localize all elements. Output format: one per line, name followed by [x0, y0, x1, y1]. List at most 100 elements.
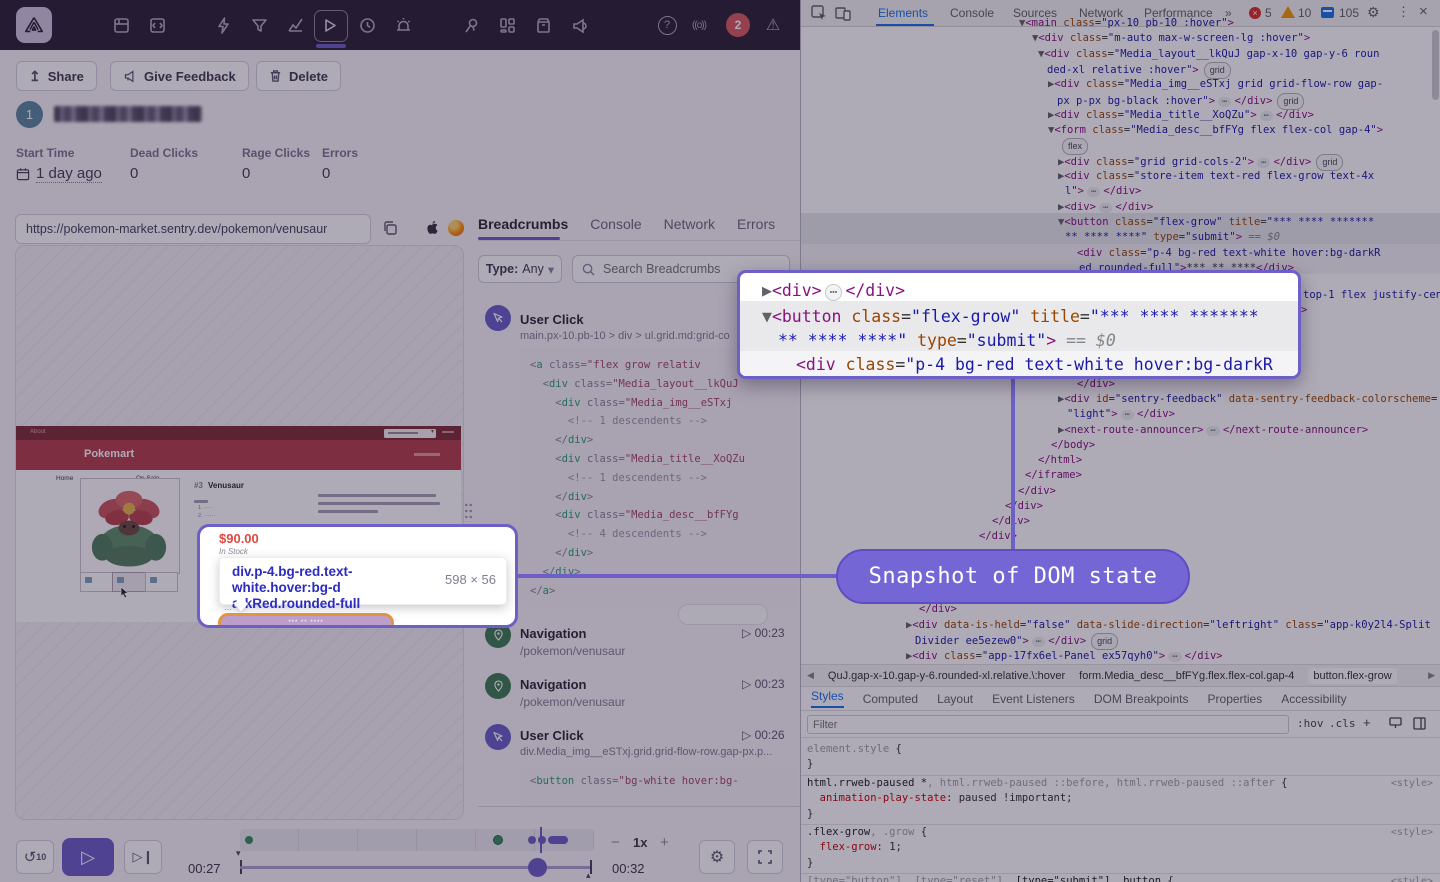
explore-icon[interactable]: [146, 14, 168, 36]
play-button[interactable]: ▷: [62, 838, 114, 876]
page-header: Pokemart: [16, 440, 461, 470]
tab-computed[interactable]: Computed: [863, 692, 918, 706]
style-rule-flex-grow[interactable]: .flex-grow, .grow { flex-grow: 1;} <styl…: [801, 825, 1440, 871]
style-rule-element[interactable]: element.style {}: [807, 742, 1435, 773]
type-filter-dropdown[interactable]: Type:Any▾: [478, 255, 562, 283]
crumb-form[interactable]: form.Media_desc__bfFYg.flex.flex-col.gap…: [1079, 670, 1294, 682]
insights-clock-icon[interactable]: [356, 14, 378, 36]
breadcrumb-timestamp[interactable]: ▷ 00:26: [742, 728, 785, 742]
speed-increase-button[interactable]: +: [660, 834, 669, 851]
code-line: </div>: [919, 602, 957, 617]
breadcrumb-title[interactable]: User Click: [520, 728, 584, 743]
search-breadcrumbs-input[interactable]: [601, 261, 755, 277]
inspected-buy-button[interactable]: *** ** ****: [218, 613, 394, 628]
breadcrumb-timestamp[interactable]: ▷ 00:23: [742, 626, 785, 640]
style-source-link[interactable]: <style>: [1391, 876, 1433, 882]
tab-event-listeners[interactable]: Event Listeners: [992, 692, 1075, 706]
feedback-pin-icon[interactable]: [460, 14, 482, 36]
stat-label: Dead Clicks: [130, 146, 198, 160]
service-warning-icon[interactable]: ⚠: [762, 14, 784, 36]
code-line: element.style {: [807, 742, 1435, 757]
sentry-logo[interactable]: [16, 7, 52, 43]
styles-filter-input[interactable]: [807, 715, 1289, 734]
alerts-siren-icon[interactable]: [392, 14, 414, 36]
panel-resize-handle[interactable]: [464, 502, 473, 522]
page-topbar: About ▾: [16, 426, 461, 440]
rewind-10-label: 10: [36, 852, 46, 862]
start-time-value[interactable]: 1 day ago: [16, 165, 102, 183]
code-token: <: [530, 378, 549, 390]
sidebar-layout-icon[interactable]: [1413, 717, 1426, 730]
announcements-icon[interactable]: [568, 14, 590, 36]
releases-box-icon[interactable]: [532, 14, 554, 36]
code-token: >: [587, 434, 593, 446]
dom-zoom-popup: ▶<div>⋯</div>▼<button class="flex-grow" …: [737, 270, 1301, 379]
breadcrumb-timestamp[interactable]: ▷ 00:23: [742, 677, 785, 691]
help-icon[interactable]: ?: [656, 14, 678, 36]
toggle-classes[interactable]: .cls: [1329, 717, 1356, 730]
issues-icon[interactable]: [212, 14, 234, 36]
code-scrollbar-pill[interactable]: [678, 604, 768, 625]
tab-console[interactable]: Console: [590, 216, 641, 232]
code-token: class: [841, 307, 901, 326]
code-line: </div>: [530, 488, 788, 507]
notifications-badge[interactable]: 2: [726, 13, 750, 37]
timeline-marker-navigation[interactable]: [245, 836, 253, 844]
rewind-10s-button[interactable]: ↺10: [16, 840, 54, 874]
devtools-scrollbar[interactable]: [1432, 30, 1439, 100]
code-token: <div>: [772, 281, 822, 300]
timeline-playhead[interactable]: [540, 827, 542, 853]
style-rule-rrweb[interactable]: html.rrweb-paused *, html.rrweb-paused :…: [801, 776, 1440, 822]
tab-properties[interactable]: Properties: [1208, 692, 1263, 706]
copy-url-button[interactable]: [382, 220, 398, 241]
boards-icon[interactable]: [496, 14, 518, 36]
timeline-marker-click[interactable]: [528, 836, 536, 844]
tab-network[interactable]: Network: [664, 216, 715, 232]
filter-funnel-icon[interactable]: [248, 14, 270, 36]
new-style-rule-icon[interactable]: +: [1363, 715, 1371, 730]
timeline-marker-navigation[interactable]: [493, 835, 503, 845]
style-source-link[interactable]: <style>: [1391, 778, 1433, 789]
code-token: div: [562, 509, 581, 521]
give-feedback-button[interactable]: Give Feedback: [110, 61, 249, 91]
tab-breadcrumbs[interactable]: Breadcrumbs: [478, 216, 568, 232]
speed-value[interactable]: 1x: [633, 835, 647, 850]
player-settings-button[interactable]: ⚙: [699, 840, 735, 874]
style-rule-button-types[interactable]: [type="button"], [type="reset"], [type="…: [801, 874, 1440, 882]
crumb-ancestor[interactable]: QuJ.gap-x-10.gap-y-6.rounded-xl.relative…: [828, 670, 1065, 682]
product-name: Venusaur: [208, 481, 244, 490]
type-filter-label: Type:: [486, 262, 518, 276]
timeline-marker-cluster[interactable]: [548, 836, 568, 844]
toggle-hover-state[interactable]: :hov: [1297, 717, 1324, 730]
projects-icon[interactable]: [110, 14, 132, 36]
replays-play-icon[interactable]: [319, 14, 341, 36]
tab-dom-breakpoints[interactable]: DOM Breakpoints: [1094, 692, 1189, 706]
tab-accessibility[interactable]: Accessibility: [1281, 692, 1346, 706]
code-token: class: [543, 359, 581, 371]
code-token: "submit": [967, 331, 1046, 350]
tab-styles[interactable]: Styles: [811, 689, 844, 708]
share-button[interactable]: ↥ Share: [16, 61, 97, 91]
styles-tab-bar: Styles Computed Layout Event Listeners D…: [801, 687, 1440, 711]
breadcrumb-title[interactable]: Navigation: [520, 677, 586, 692]
skip-to-end-button[interactable]: ▷❙: [124, 840, 162, 874]
code-line: <button class="bg-white hover:bg-: [530, 774, 788, 789]
style-source-link[interactable]: <style>: [1391, 827, 1433, 838]
tab-layout[interactable]: Layout: [937, 692, 973, 706]
popup-dom-lines[interactable]: ▶<div>⋯</div>▼<button class="flex-grow" …: [740, 273, 1298, 376]
crumb-selected-button[interactable]: button.flex-grow: [1308, 668, 1396, 684]
code-token: <: [530, 397, 562, 409]
crumb-scroll-right-icon[interactable]: ▶: [1428, 670, 1435, 681]
breadcrumb-title[interactable]: Navigation: [520, 626, 586, 641]
tab-errors[interactable]: Errors: [737, 216, 775, 232]
code-line: <div class="p-4 bg-red text-white hover:…: [796, 353, 1273, 377]
fullscreen-button[interactable]: [747, 840, 783, 874]
color-scheme-icon[interactable]: [1389, 717, 1402, 730]
broadcasts-icon[interactable]: ((o)): [688, 14, 710, 36]
crumb-scroll-left-icon[interactable]: ◀: [807, 670, 814, 681]
seek-knob[interactable]: [528, 858, 547, 877]
breadcrumb-title[interactable]: User Click: [520, 312, 584, 327]
speed-decrease-button[interactable]: −: [611, 834, 620, 851]
delete-button[interactable]: Delete: [256, 61, 341, 91]
dashboards-chart-icon[interactable]: [284, 14, 306, 36]
